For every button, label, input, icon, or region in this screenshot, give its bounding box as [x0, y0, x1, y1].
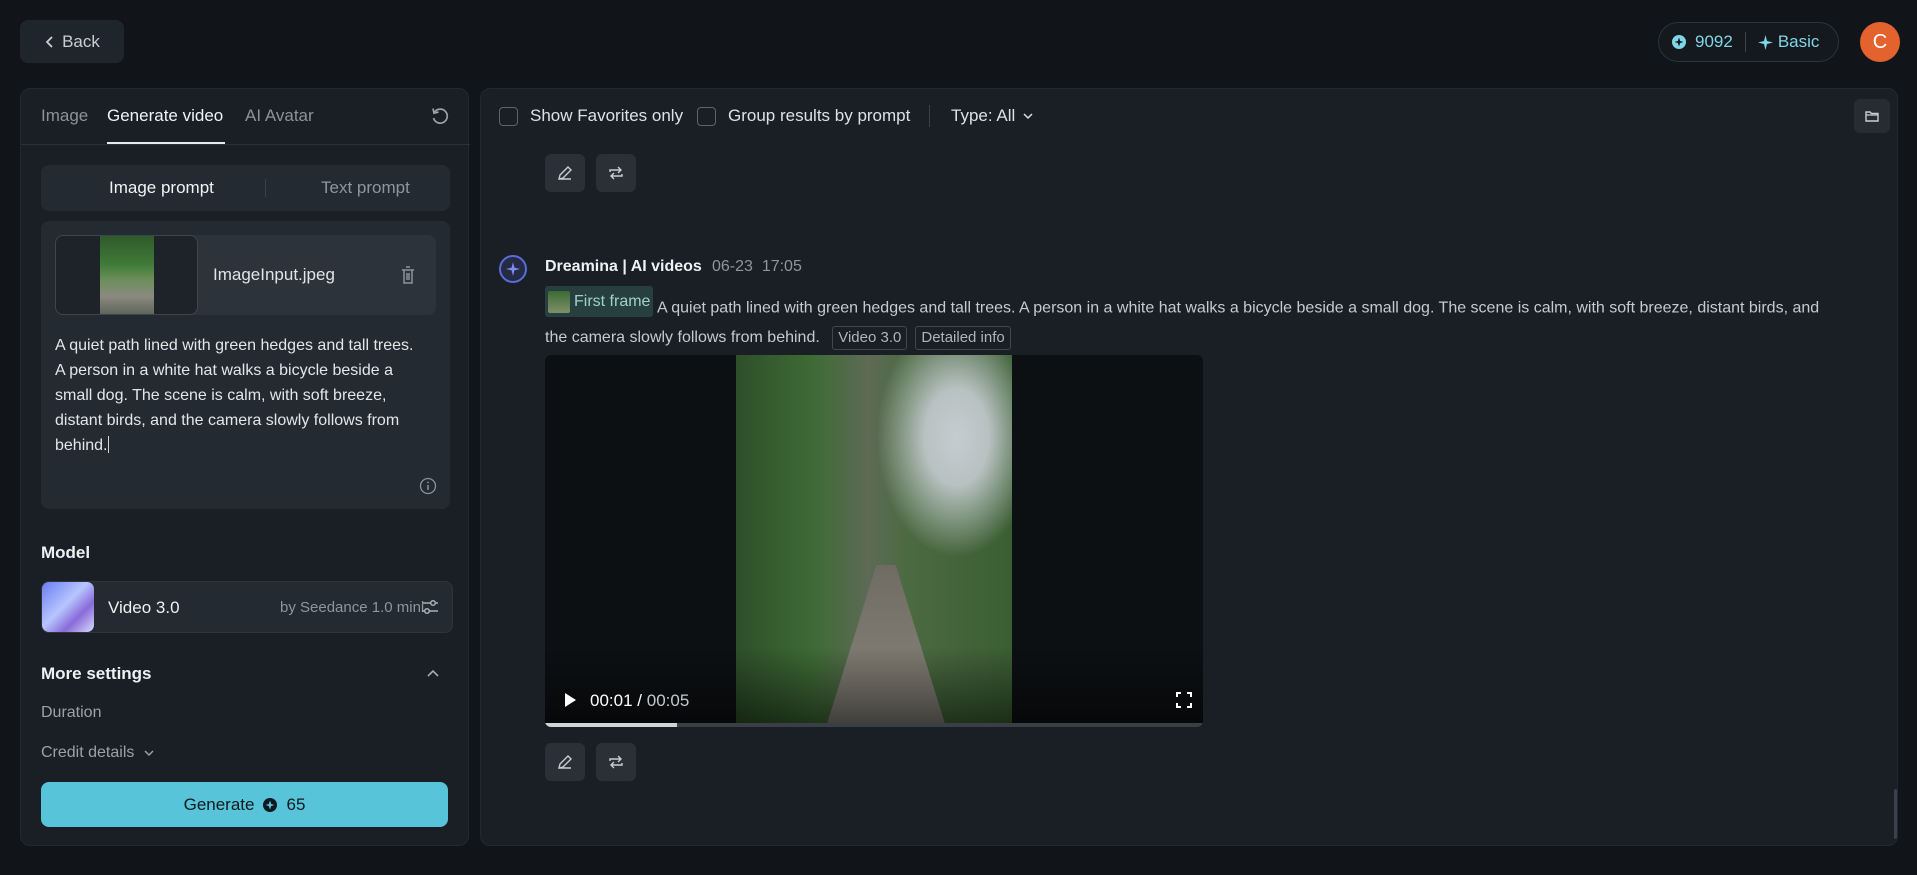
model-thumbnail	[42, 582, 94, 632]
generate-label: Generate	[183, 794, 255, 814]
message-author: Dreamina | AI videos	[545, 258, 702, 275]
prompt-textarea[interactable]: A quiet path lined with green hedges and…	[55, 333, 425, 458]
duration-label: Duration	[41, 704, 102, 721]
video-current-time: 00:01	[590, 691, 633, 710]
credit-coin-icon	[1672, 35, 1686, 49]
first-frame-thumbnail	[548, 290, 570, 313]
left-panel: Image Generate video AI Avatar Image pro…	[20, 88, 470, 846]
first-frame-label: First frame	[574, 293, 651, 310]
model-label: Model	[41, 543, 91, 562]
video-player[interactable]: 00:01 / 00:05	[545, 355, 1203, 727]
group-by-prompt-checkbox[interactable]: Group results by prompt	[697, 106, 910, 126]
pencil-icon	[558, 166, 572, 180]
message-time: 17:05	[761, 258, 802, 275]
chevron-left-icon	[45, 35, 53, 48]
credits-pill[interactable]: 9092 Basic	[1658, 22, 1839, 62]
prompt-box: ImageInput.jpeg A quiet path lined with …	[41, 221, 450, 509]
filter-bar: Show Favorites only Group results by pro…	[481, 89, 1897, 145]
sparkle-icon	[1757, 34, 1773, 50]
message-prompt: A quiet path lined with green hedges and…	[545, 299, 1820, 346]
favorites-only-checkbox[interactable]: Show Favorites only	[499, 106, 683, 126]
video-time-separator: /	[637, 691, 643, 710]
thumbnail-image	[100, 236, 154, 314]
dreamina-avatar	[499, 255, 527, 283]
credit-coin-icon	[263, 797, 278, 812]
message-body: First frame A quiet path lined with gree…	[545, 286, 1845, 352]
video-time: 00:01 / 00:05	[590, 691, 689, 711]
sliders-icon[interactable]	[420, 597, 440, 617]
image-prompt-option[interactable]: Image prompt	[109, 178, 214, 198]
filter-divider	[929, 105, 930, 127]
detailed-info-tag[interactable]: Detailed info	[915, 325, 1011, 350]
folder-icon	[1865, 111, 1879, 122]
edit-button[interactable]	[545, 743, 585, 781]
checkbox-box	[697, 106, 716, 126]
regenerate-button[interactable]	[596, 154, 636, 192]
tab-image[interactable]: Image	[41, 106, 88, 126]
video-progress-bar[interactable]	[545, 723, 1203, 727]
plan-label: Basic	[1777, 32, 1820, 51]
fullscreen-icon[interactable]	[1175, 691, 1193, 709]
pencil-icon	[558, 755, 572, 769]
sparkle-icon	[506, 262, 520, 276]
credits-divider	[1744, 32, 1746, 52]
favorites-only-label: Show Favorites only	[530, 106, 684, 125]
chevron-down-icon	[144, 750, 154, 757]
type-filter-label: Type: All	[951, 106, 1016, 125]
repeat-icon	[609, 755, 623, 769]
tab-generate-video[interactable]: Generate video	[107, 106, 223, 126]
more-settings-header[interactable]: More settings	[41, 664, 152, 684]
tab-ai-avatar[interactable]: AI Avatar	[245, 106, 314, 126]
model-tag[interactable]: Video 3.0	[832, 325, 908, 350]
prompt-text: A quiet path lined with green hedges and…	[55, 337, 414, 454]
file-name: ImageInput.jpeg	[213, 265, 335, 284]
text-caret	[107, 436, 109, 453]
type-filter-dropdown[interactable]: Type: All	[951, 106, 1035, 126]
top-bar: Back 9092 Basic C	[0, 0, 1917, 84]
chevron-down-icon	[1023, 113, 1033, 120]
model-name: Video 3.0	[108, 598, 180, 617]
segment-divider	[265, 179, 266, 197]
play-icon[interactable]	[561, 691, 579, 709]
folder-button[interactable]	[1854, 99, 1890, 133]
results-panel: Show Favorites only Group results by pro…	[480, 88, 1898, 846]
video-progress-fill	[545, 723, 677, 727]
first-frame-chip[interactable]: First frame	[545, 286, 654, 317]
image-thumbnail[interactable]	[55, 235, 198, 315]
group-by-prompt-label: Group results by prompt	[728, 106, 911, 125]
back-button[interactable]: Back	[20, 20, 124, 63]
credit-details-label: Credit details	[41, 744, 135, 761]
prompt-mode-switch: Image prompt Text prompt	[41, 165, 450, 211]
generate-button[interactable]: Generate 65	[41, 782, 448, 827]
repeat-icon	[609, 166, 623, 180]
message-date: 06-23	[712, 258, 753, 275]
mode-tabs: Image Generate video AI Avatar	[21, 89, 470, 145]
info-icon[interactable]	[419, 477, 437, 495]
reset-icon[interactable]	[429, 105, 451, 127]
active-tab-indicator	[107, 142, 225, 144]
regenerate-button[interactable]	[596, 743, 636, 781]
credits-count: 9092	[1695, 32, 1733, 51]
edit-button[interactable]	[545, 154, 585, 192]
video-duration: 00:05	[646, 691, 690, 710]
user-avatar[interactable]: C	[1860, 22, 1900, 62]
video-controls-shade	[545, 647, 1203, 727]
chevron-up-icon[interactable]	[425, 666, 441, 682]
back-label: Back	[62, 31, 100, 51]
model-provider: by Seedance 1.0 mini	[280, 599, 425, 616]
trash-icon[interactable]	[398, 264, 418, 286]
message-timestamp: 06-23 17:05	[712, 258, 802, 276]
results-scrollbar[interactable]	[1894, 789, 1897, 839]
credit-details-toggle[interactable]: Credit details	[41, 744, 156, 762]
plan-badge[interactable]: Basic	[1757, 32, 1820, 52]
generate-cost: 65	[286, 794, 306, 814]
text-prompt-option[interactable]: Text prompt	[321, 178, 410, 198]
uploaded-file-card: ImageInput.jpeg	[55, 235, 436, 315]
checkbox-box	[499, 106, 518, 126]
model-selector[interactable]: Video 3.0 by Seedance 1.0 mini	[41, 581, 453, 633]
